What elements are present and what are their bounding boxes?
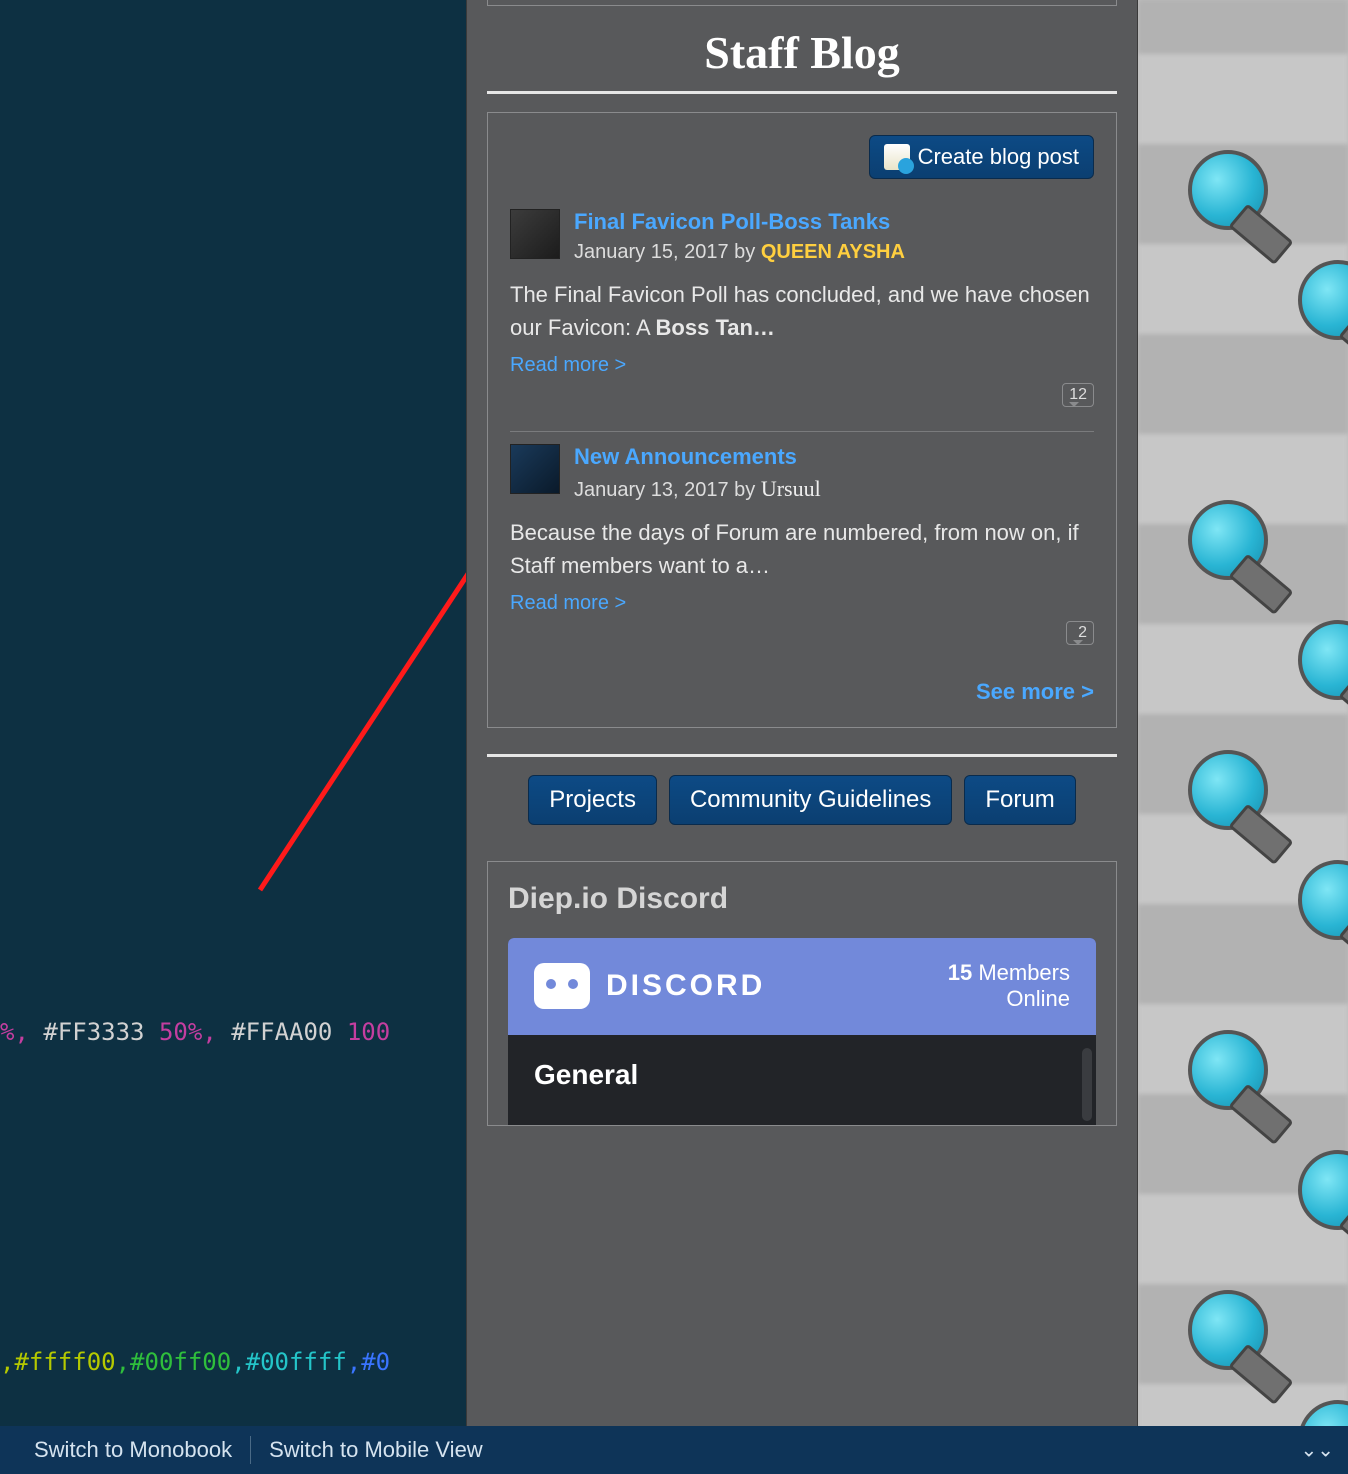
- discord-wordmark: DISCORD: [606, 969, 765, 1003]
- blog-post-title-link[interactable]: Final Favicon Poll-Boss Tanks: [574, 209, 890, 234]
- create-blog-post-button[interactable]: + Create blog post: [869, 135, 1094, 179]
- discord-channel-general[interactable]: General: [534, 1059, 1070, 1091]
- community-guidelines-button[interactable]: Community Guidelines: [669, 775, 952, 825]
- blog-post-title-link[interactable]: New Announcements: [574, 444, 797, 469]
- forum-button[interactable]: Forum: [964, 775, 1075, 825]
- comment-count-badge[interactable]: 12: [1062, 383, 1094, 407]
- discord-widget: DISCORD 15 Members Online General: [508, 938, 1096, 1125]
- blog-post-meta: January 13, 2017 by Ursuul: [574, 476, 821, 502]
- avatar[interactable]: [510, 209, 560, 259]
- section-rule: [487, 754, 1117, 757]
- blog-post: Final Favicon Poll-Boss Tanks January 15…: [510, 197, 1094, 421]
- discord-module-heading: Diep.io Discord: [508, 882, 1096, 916]
- switch-mobile-view-link[interactable]: Switch to Mobile View: [251, 1437, 501, 1463]
- blog-post: New Announcements January 13, 2017 by Ur…: [510, 431, 1094, 659]
- blog-post-excerpt: The Final Favicon Poll has concluded, an…: [510, 278, 1094, 344]
- avatar[interactable]: [510, 444, 560, 494]
- discord-scrollbar[interactable]: [1082, 1048, 1092, 1121]
- sidebar-column: Staff Blog + Create blog post Final Favi…: [466, 0, 1138, 1474]
- discord-module: Diep.io Discord DISCORD 15 Members Onlin…: [487, 861, 1117, 1126]
- staff-blog-box: + Create blog post Final Favicon Poll-Bo…: [487, 112, 1117, 728]
- blog-post-author-link[interactable]: QUEEN AYSHA: [761, 241, 905, 263]
- top-divider: [487, 0, 1117, 6]
- read-more-link[interactable]: Read more >: [510, 592, 626, 615]
- create-post-icon: +: [884, 144, 910, 170]
- title-rule: [487, 91, 1117, 94]
- blog-post-excerpt: Because the days of Forum are numbered, …: [510, 516, 1094, 582]
- nav-button-row: Projects Community Guidelines Forum: [487, 775, 1117, 825]
- create-blog-post-label: Create blog post: [918, 144, 1079, 170]
- discord-logo-icon: [534, 963, 590, 1009]
- blog-post-meta: January 15, 2017 by QUEEN AYSHA: [574, 241, 905, 264]
- projects-button[interactable]: Projects: [528, 775, 657, 825]
- background-pattern: [1138, 0, 1348, 1474]
- staff-blog-title: Staff Blog: [487, 26, 1117, 79]
- chevron-down-icon[interactable]: ⌄⌄: [1300, 1438, 1334, 1463]
- discord-member-count: 15 Members Online: [948, 960, 1070, 1013]
- discord-header: DISCORD 15 Members Online: [508, 938, 1096, 1035]
- switch-monobook-link[interactable]: Switch to Monobook: [16, 1437, 250, 1463]
- code-line-2: ,#ffff00,#00ff00,#00ffff,#0: [0, 1348, 390, 1376]
- blog-post-author-link[interactable]: Ursuul: [761, 476, 821, 501]
- code-line-1: %, #FF3333 50%, #FFAA00 100: [0, 1018, 390, 1046]
- read-more-link[interactable]: Read more >: [510, 354, 626, 377]
- bottom-toolbar: Switch to Monobook Switch to Mobile View…: [0, 1426, 1348, 1474]
- comment-count-badge[interactable]: 2: [1066, 621, 1094, 645]
- see-more-link[interactable]: See more >: [976, 679, 1094, 704]
